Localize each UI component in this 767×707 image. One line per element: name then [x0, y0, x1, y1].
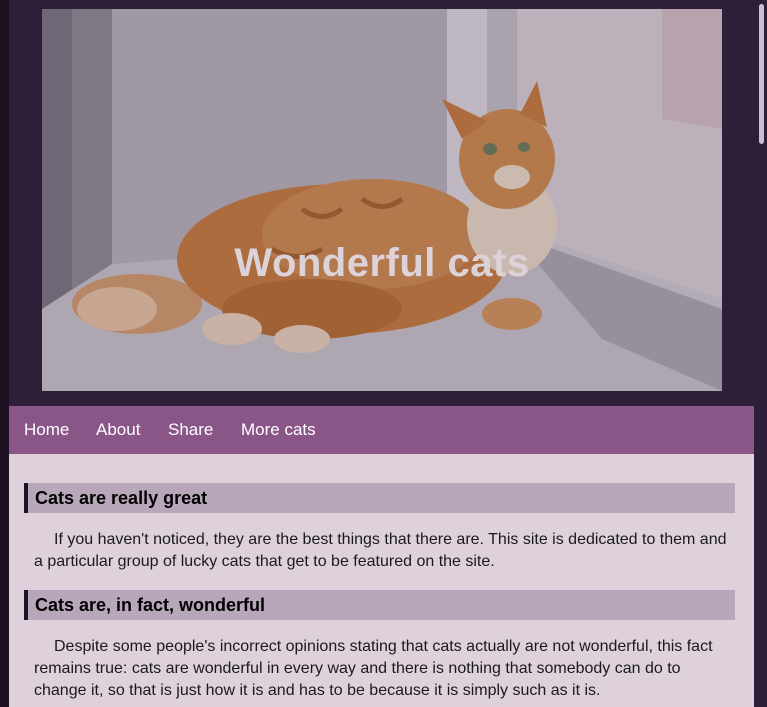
section-paragraph: Despite some people's incorrect opinions…: [34, 638, 713, 699]
section-paragraph: If you haven't noticed, they are the bes…: [34, 531, 727, 570]
cat-photo-icon: [42, 9, 722, 391]
nav-more-cats-link[interactable]: More cats: [241, 420, 316, 440]
site-title: Wonderful cats: [234, 241, 530, 285]
scrollbar-thumb[interactable]: [759, 4, 764, 144]
window-edge: [0, 0, 9, 707]
main-content: Cats are really great If you haven't not…: [9, 454, 754, 707]
scrollbar[interactable]: [754, 0, 767, 707]
section-heading: Cats are really great: [24, 483, 735, 513]
page: Wonderful cats Home About Share More cat…: [0, 0, 767, 707]
main-nav: Home About Share More cats: [9, 406, 754, 454]
nav-home-link[interactable]: Home: [24, 420, 69, 440]
hero-banner: Wonderful cats: [42, 9, 722, 391]
nav-about-link[interactable]: About: [96, 420, 140, 440]
section-heading: Cats are, in fact, wonderful: [24, 590, 735, 620]
nav-share-link[interactable]: Share: [168, 420, 213, 440]
